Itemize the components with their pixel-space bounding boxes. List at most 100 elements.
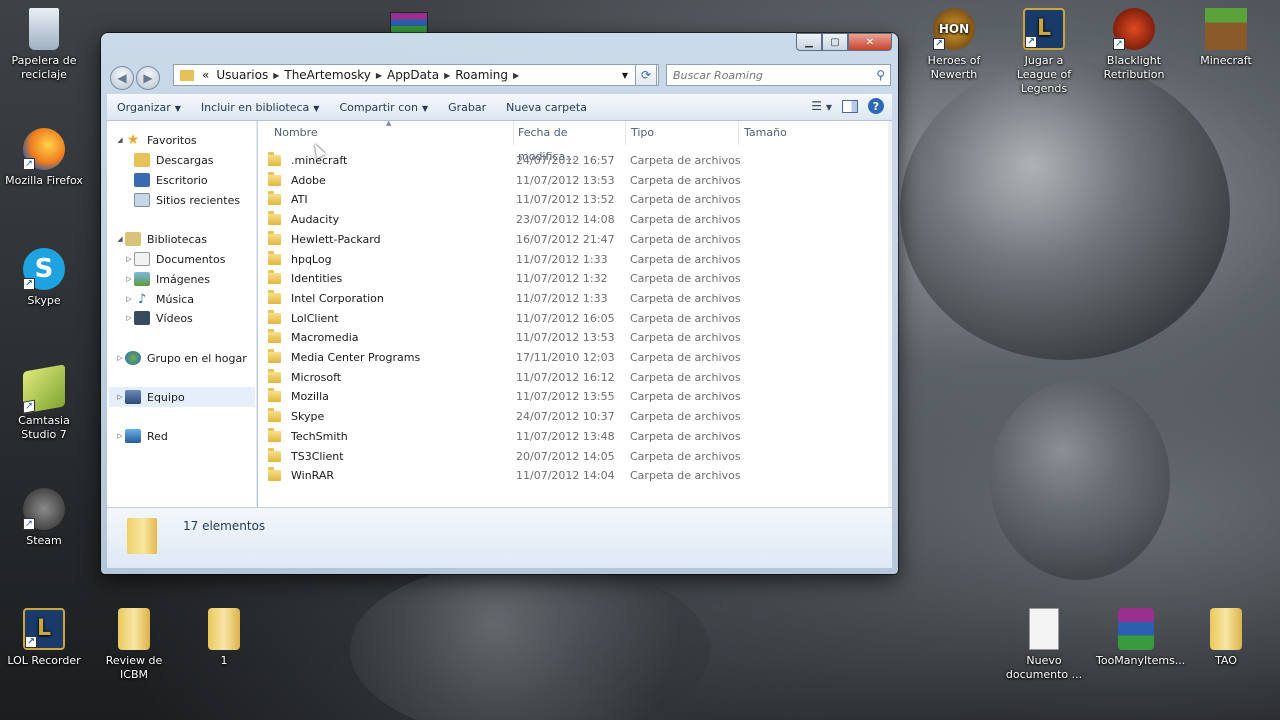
desktop-icon-firefox[interactable]: ↗ Mozilla Firefox [4, 128, 84, 188]
minimize-button[interactable]: ▁ [796, 33, 822, 51]
forward-button[interactable]: ▶ [136, 66, 160, 90]
desktop-icon-heroes-of-newerth[interactable]: HON ↗ Heroes of Newerth [914, 8, 994, 82]
downloads-folder-icon [134, 153, 150, 167]
address-bar[interactable]: « Usuarios ▶ TheArtemosky ▶ AppData ▶ Roami… [173, 64, 659, 86]
maximize-button[interactable]: ▢ [822, 33, 848, 51]
file-row[interactable]: TS3Client 20/07/2012 14:05 Carpeta de arch… [268, 447, 878, 466]
expand-triangle-icon[interactable]: ▷ [115, 393, 125, 401]
share-button[interactable]: Compartir con ▼ [339, 101, 428, 114]
nav-recent[interactable]: Sitios recientes [134, 190, 240, 210]
desktop-icon-steam[interactable]: ↗ Steam [4, 488, 84, 548]
search-box[interactable]: ⚲ [666, 64, 891, 86]
nav-computer[interactable]: ▷ Equipo [109, 387, 255, 407]
file-row[interactable]: Skype 24/07/2012 10:37 Carpeta de archivos [268, 407, 878, 426]
expand-triangle-icon[interactable]: ▷ [124, 275, 134, 283]
nav-label: Vídeos [156, 311, 193, 325]
file-date: 11/07/2012 13:55 [516, 390, 615, 404]
back-button[interactable]: ◀ [110, 66, 134, 90]
file-row[interactable]: TechSmith 11/07/2012 13:48 Carpeta de arch… [268, 427, 878, 446]
organize-button[interactable]: Organizar ▼ [117, 101, 181, 114]
nav-videos[interactable]: ▷ Vídeos [124, 308, 193, 328]
nav-music[interactable]: ▷ ♪ Música [124, 289, 194, 309]
desktop-icon-new-document[interactable]: Nuevo documento ... [1004, 608, 1084, 682]
file-row[interactable]: hpqLog 11/07/2012 1:33 Carpeta de archivos [268, 250, 878, 269]
file-row[interactable]: Adobe 11/07/2012 13:53 Carpeta de archivos [268, 171, 878, 190]
file-row[interactable]: Identities 11/07/2012 1:32 Carpeta de arch… [268, 269, 878, 288]
file-row[interactable]: Macromedia 11/07/2012 13:53 Carpeta de arc… [268, 328, 878, 347]
desktop-icon-toomanyitems[interactable]: TooManyItems... [1096, 608, 1185, 668]
refresh-button[interactable]: ⟳ [635, 64, 657, 86]
file-name: ATI [291, 193, 308, 207]
expand-triangle-icon[interactable]: ▷ [115, 354, 125, 362]
file-row[interactable]: Media Center Programs 17/11/2010 12:03 Car… [268, 348, 878, 367]
vertical-scrollbar[interactable] [888, 121, 892, 507]
view-options-button[interactable]: ☰ ▼ [811, 99, 832, 113]
nav-homegroup[interactable]: ▷ Grupo en el hogar [115, 348, 247, 368]
breadcrumb-appdata[interactable]: AppData [382, 68, 444, 82]
expand-triangle-icon[interactable]: ▷ [124, 295, 134, 303]
desktop-icon-minecraft[interactable]: Minecraft [1186, 8, 1266, 68]
search-icon[interactable]: ⚲ [876, 68, 885, 82]
file-row[interactable]: Mozilla 11/07/2012 13:55 Carpeta de archiv… [268, 387, 878, 406]
include-library-button[interactable]: Incluir en biblioteca ▼ [201, 101, 320, 114]
help-icon[interactable]: ? [868, 98, 884, 114]
expand-triangle-icon[interactable]: ▷ [124, 314, 134, 322]
breadcrumb-usuarios[interactable]: Usuarios [211, 68, 273, 82]
desktop-icon-lol-recorder[interactable]: L ↗ LOL Recorder [4, 608, 84, 668]
sort-indicator-icon: ▲ [386, 119, 392, 127]
new-folder-button[interactable]: Nueva carpeta [506, 101, 587, 114]
folder-large-icon [127, 518, 157, 554]
nav-downloads[interactable]: Descargas [134, 150, 214, 170]
column-header-date[interactable]: Fecha de modifica... [518, 121, 626, 163]
desktop-icon-review-icbm[interactable]: Review de ICBM [94, 608, 174, 682]
desktop-icon-label: LOL Recorder [7, 654, 81, 667]
file-row[interactable]: .minecraft 24/07/2012 16:57 Carpeta de arc… [268, 151, 878, 170]
nav-network[interactable]: ▷ Red [115, 426, 168, 446]
column-header-size[interactable]: Tamaño [744, 121, 844, 145]
desktop-icon-blacklight[interactable]: ↗ Blacklight Retribution [1094, 8, 1174, 82]
search-input[interactable] [673, 68, 863, 82]
file-date: 11/07/2012 1:33 [516, 291, 608, 305]
breadcrumb-roaming[interactable]: Roaming [450, 68, 513, 82]
breadcrumb-user[interactable]: TheArtemosky [279, 68, 375, 82]
collapse-triangle-icon[interactable]: ◢ [115, 136, 125, 144]
file-row[interactable]: Intel Corporation 11/07/2012 1:33 Carpeta … [268, 289, 878, 308]
file-row[interactable]: Microsoft 11/07/2012 16:12 Carpeta de arch… [268, 368, 878, 387]
file-row[interactable]: LolClient 11/07/2012 16:05 Carpeta de arch… [268, 309, 878, 328]
file-row[interactable]: ATI 11/07/2012 13:52 Carpeta de archivos [268, 190, 878, 209]
file-row[interactable]: Audacity 23/07/2012 14:08 Carpeta de archi… [268, 210, 878, 229]
include-library-label: Incluir en biblioteca [200, 100, 310, 114]
breadcrumb-overflow[interactable]: « [200, 68, 211, 82]
desktop-icon-recycle-bin[interactable]: Papelera de reciclaje [4, 8, 84, 82]
nav-favorites[interactable]: ◢ ★ Favoritos [115, 130, 196, 150]
file-row[interactable]: Hewlett-Packard 16/07/2012 21:47 Carpeta d… [268, 230, 878, 249]
desktop-icon-folder-1[interactable]: 1 [184, 608, 264, 668]
desktop-icon-league-of-legends[interactable]: L ↗ Jugar a League of Legends [1004, 8, 1084, 96]
burn-button[interactable]: Grabar [448, 101, 486, 114]
folder-icon [268, 309, 281, 324]
desktop-icon-label: Camtasia Studio 7 [18, 414, 70, 441]
nav-pictures[interactable]: ▷ Imágenes [124, 269, 210, 289]
pictures-icon [134, 272, 150, 286]
expand-triangle-icon[interactable]: ▷ [115, 432, 125, 440]
desktop-icon-camtasia[interactable]: ↗ Camtasia Studio 7 [4, 364, 84, 442]
nav-libraries[interactable]: ◢ Bibliotecas [115, 229, 207, 249]
winrar-icon[interactable] [390, 12, 428, 34]
file-type: Carpeta de archivos [630, 272, 741, 286]
desktop-icon-label: Minecraft [1200, 54, 1252, 67]
nav-documents[interactable]: ▷ Documentos [124, 249, 225, 269]
nav-desktop[interactable]: Escritorio [134, 170, 208, 190]
expand-triangle-icon[interactable]: ▷ [124, 255, 134, 263]
close-button[interactable]: ✕ [848, 33, 892, 51]
desktop-icon-tao[interactable]: TAO [1186, 608, 1266, 668]
preview-pane-button[interactable] [842, 99, 858, 113]
address-dropdown-icon[interactable]: ▼ [622, 71, 628, 80]
collapse-triangle-icon[interactable]: ◢ [115, 235, 125, 243]
desktop-icon-skype[interactable]: S ↗ Skype [4, 248, 84, 308]
file-date: 11/07/2012 13:52 [516, 193, 615, 207]
file-row[interactable]: WinRAR 11/07/2012 14:04 Carpeta de archivo… [268, 466, 878, 485]
column-header-name[interactable]: Nombre [274, 121, 514, 145]
breadcrumb-separator-icon[interactable]: ▶ [513, 71, 519, 80]
music-icon: ♪ [137, 291, 147, 307]
column-header-type[interactable]: Tipo [631, 121, 739, 145]
